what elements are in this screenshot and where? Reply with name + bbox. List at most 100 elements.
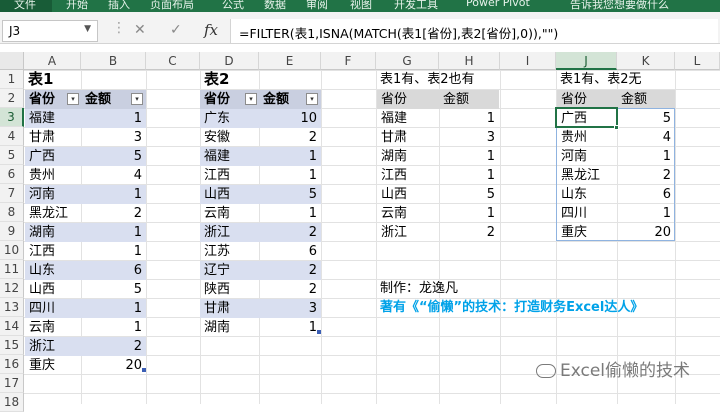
table1-header-amount[interactable]: 金额 ▾ [81, 90, 146, 109]
table1-cell-amount[interactable]: 5 [81, 280, 146, 299]
table1-cell-province[interactable]: 山西 [25, 280, 81, 299]
row-header-2[interactable]: 2 [0, 89, 24, 108]
table2-cell-amount[interactable]: 10 [259, 109, 321, 128]
table1-cell-amount[interactable]: 5 [81, 147, 146, 166]
both-header-amount[interactable]: 金额 [439, 90, 499, 109]
only1-cell-province[interactable]: 河南 [557, 147, 617, 166]
row-header-8[interactable]: 8 [0, 203, 24, 222]
only1-cell-amount[interactable]: 6 [617, 185, 675, 204]
both-cell-amount[interactable]: 1 [439, 109, 499, 128]
table2-cell-province[interactable]: 云南 [200, 204, 259, 223]
both-cell-province[interactable]: 江西 [377, 166, 439, 185]
table1-cell-province[interactable]: 广西 [25, 147, 81, 166]
only1-cell-amount[interactable]: 4 [617, 128, 675, 147]
table1-cell-amount[interactable]: 20 [81, 356, 146, 375]
table1-cell-province[interactable]: 云南 [25, 318, 81, 337]
table1-cell-province[interactable]: 四川 [25, 299, 81, 318]
tab-power-pivot[interactable]: Power Pivot [466, 0, 530, 9]
table2-cell-amount[interactable]: 2 [259, 261, 321, 280]
filter-dropdown-icon[interactable]: ▾ [67, 93, 79, 105]
only1-cell-amount[interactable]: 20 [617, 223, 675, 242]
table2-header-province[interactable]: 省份 ▾ [200, 90, 259, 109]
only1-cell-province[interactable]: 贵州 [557, 128, 617, 147]
table1-cell-amount[interactable]: 2 [81, 204, 146, 223]
col-header-b[interactable]: B [81, 52, 146, 70]
cancel-icon[interactable]: ✕ [134, 22, 146, 38]
tab-home[interactable]: 开始 [66, 0, 88, 12]
table1-cell-province[interactable]: 江西 [25, 242, 81, 261]
name-box[interactable]: J3 ▼ [2, 20, 98, 42]
row-header-15[interactable]: 15 [0, 336, 24, 355]
both-cell-amount[interactable]: 1 [439, 166, 499, 185]
row-header-16[interactable]: 16 [0, 355, 24, 374]
table2-cell-province[interactable]: 江西 [200, 166, 259, 185]
table1-cell-amount[interactable]: 1 [81, 318, 146, 337]
table1-cell-province[interactable]: 河南 [25, 185, 81, 204]
both-cell-province[interactable]: 甘肃 [377, 128, 439, 147]
row-header-1[interactable]: 1 [0, 70, 24, 89]
fill-handle[interactable] [614, 125, 619, 130]
tab-data[interactable]: 数据 [264, 0, 286, 12]
both-cell-amount[interactable]: 1 [439, 204, 499, 223]
col-header-i[interactable]: I [500, 52, 556, 70]
tab-developer[interactable]: 开发工具 [394, 0, 438, 12]
table1-cell-amount[interactable]: 1 [81, 223, 146, 242]
table2-cell-amount[interactable]: 3 [259, 299, 321, 318]
table2-cell-amount[interactable]: 6 [259, 242, 321, 261]
table2-cell-province[interactable]: 山西 [200, 185, 259, 204]
table2-cell-amount[interactable]: 1 [259, 318, 321, 337]
both-cell-amount[interactable]: 2 [439, 223, 499, 242]
table2-cell-province[interactable]: 福建 [200, 147, 259, 166]
table2-cell-province[interactable]: 甘肃 [200, 299, 259, 318]
chevron-down-icon[interactable]: ▼ [84, 24, 91, 34]
row-header-18[interactable]: 18 [0, 393, 24, 412]
col-header-g[interactable]: G [376, 52, 439, 70]
only1-cell-amount[interactable]: 2 [617, 166, 675, 185]
table-resize-handle[interactable] [317, 330, 321, 334]
enter-icon[interactable]: ✓ [170, 22, 182, 38]
table1-cell-amount[interactable]: 2 [81, 337, 146, 356]
col-header-d[interactable]: D [200, 52, 259, 70]
col-header-k[interactable]: K [617, 52, 675, 70]
table2-cell-amount[interactable]: 2 [259, 128, 321, 147]
col-header-h[interactable]: H [439, 52, 500, 70]
table2-cell-amount[interactable]: 5 [259, 185, 321, 204]
row-header-7[interactable]: 7 [0, 184, 24, 203]
row-header-6[interactable]: 6 [0, 165, 24, 184]
table-resize-handle[interactable] [142, 368, 146, 372]
table1-cell-amount[interactable]: 3 [81, 128, 146, 147]
table1-cell-province[interactable]: 重庆 [25, 356, 81, 375]
table2-cell-amount[interactable]: 1 [259, 147, 321, 166]
only1-cell-province[interactable]: 山东 [557, 185, 617, 204]
table2-cell-province[interactable]: 广东 [200, 109, 259, 128]
select-all-corner[interactable] [0, 52, 24, 70]
table2-cell-province[interactable]: 浙江 [200, 223, 259, 242]
table1-cell-amount[interactable]: 1 [81, 109, 146, 128]
col-header-f[interactable]: F [321, 52, 376, 70]
filter-dropdown-icon[interactable]: ▾ [131, 93, 143, 105]
tab-review[interactable]: 审阅 [306, 0, 328, 12]
col-header-e[interactable]: E [259, 52, 321, 70]
filter-dropdown-icon[interactable]: ▾ [245, 93, 257, 105]
table1-cell-amount[interactable]: 1 [81, 242, 146, 261]
table1-cell-amount[interactable]: 1 [81, 299, 146, 318]
both-cell-amount[interactable]: 5 [439, 185, 499, 204]
table2-cell-province[interactable]: 江苏 [200, 242, 259, 261]
table1-cell-province[interactable]: 浙江 [25, 337, 81, 356]
tab-page-layout[interactable]: 页面布局 [150, 0, 194, 12]
row-header-14[interactable]: 14 [0, 317, 24, 336]
table2-cell-amount[interactable]: 1 [259, 204, 321, 223]
table1-cell-province[interactable]: 湖南 [25, 223, 81, 242]
table2-cell-province[interactable]: 安徽 [200, 128, 259, 147]
both-cell-province[interactable]: 浙江 [377, 223, 439, 242]
only1-cell-amount[interactable]: 5 [617, 109, 675, 128]
only1-cell-province[interactable]: 黑龙江 [557, 166, 617, 185]
row-header-11[interactable]: 11 [0, 260, 24, 279]
active-cell-j3[interactable] [555, 107, 618, 128]
table2-cell-amount[interactable]: 2 [259, 223, 321, 242]
table2-cell-amount[interactable]: 1 [259, 166, 321, 185]
row-header-17[interactable]: 17 [0, 374, 24, 393]
table1-cell-province[interactable]: 山东 [25, 261, 81, 280]
filter-dropdown-icon[interactable]: ▾ [306, 93, 318, 105]
row-header-13[interactable]: 13 [0, 298, 24, 317]
